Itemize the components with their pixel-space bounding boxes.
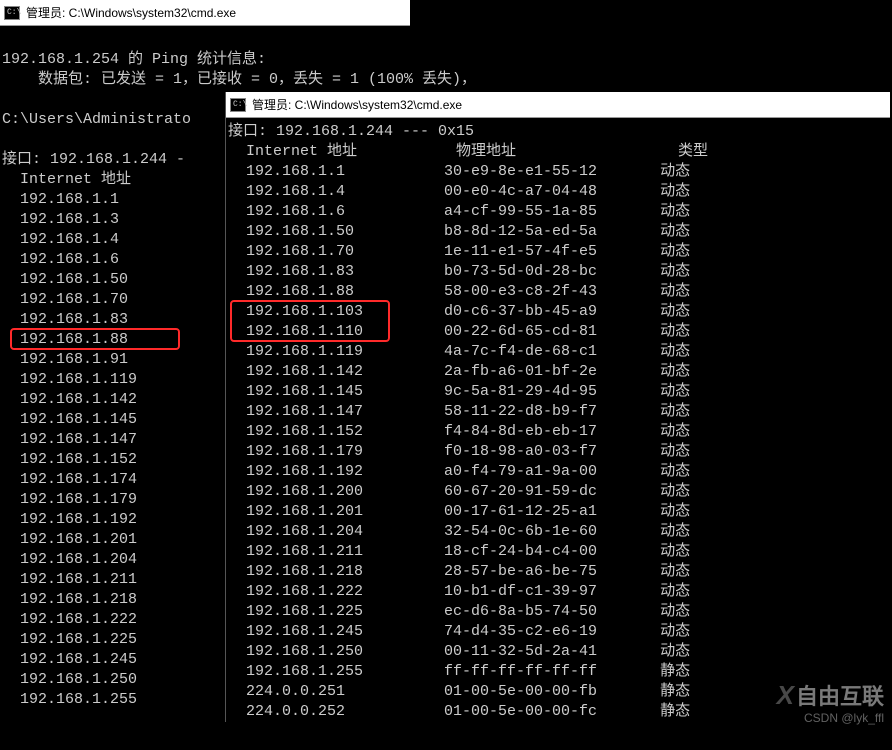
arp-ip-list-left: 192.168.1.1 192.168.1.3 192.168.1.4 192.…: [2, 191, 137, 708]
cmd-icon: C:\: [230, 98, 246, 112]
prompt-line: C:\Users\Administrato: [2, 111, 191, 128]
titlebar-right-text: 管理员: C:\Windows\system32\cmd.exe: [252, 96, 462, 113]
col-header-left: Internet 地址: [2, 171, 131, 188]
titlebar-left-text: 管理员: C:\Windows\system32\cmd.exe: [26, 4, 236, 21]
interface-line-right: 接口: 192.168.1.244 --- 0x15: [228, 123, 474, 140]
cmd-icon: C:\: [4, 6, 20, 20]
arp-header-right: Internet 地址 物理地址 类型: [228, 143, 708, 160]
interface-line-left: 接口: 192.168.1.244 -: [2, 151, 185, 168]
cmd-window-right: C:\ 管理员: C:\Windows\system32\cmd.exe 接口:…: [225, 92, 890, 722]
ping-line: 数据包: 已发送 = 1，已接收 = 0，丢失 = 1 (100% 丢失)，: [2, 71, 476, 88]
ping-header: 192.168.1.254 的 Ping 统计信息:: [2, 51, 266, 68]
arp-table-right: 192.168.1.1 30-e9-8e-e1-55-12 动态 192.168…: [228, 163, 690, 720]
titlebar-right[interactable]: C:\ 管理员: C:\Windows\system32\cmd.exe: [226, 92, 890, 118]
titlebar-left[interactable]: C:\ 管理员: C:\Windows\system32\cmd.exe: [0, 0, 410, 26]
terminal-right-body[interactable]: 接口: 192.168.1.244 --- 0x15 Internet 地址 物…: [226, 118, 890, 722]
